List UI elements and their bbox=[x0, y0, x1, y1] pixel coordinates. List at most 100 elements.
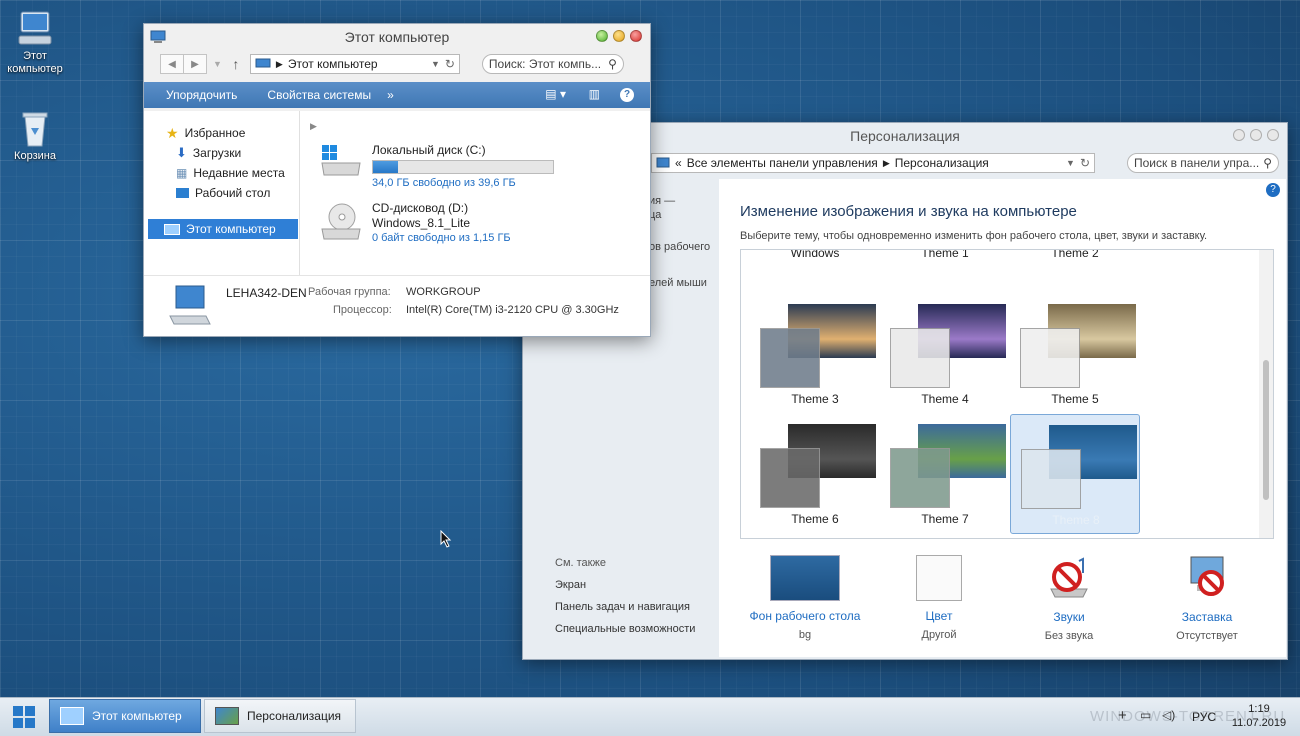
scrollbar-thumb[interactable] bbox=[1263, 360, 1269, 500]
bottom-setting-sounds[interactable]: Звуки Без звука bbox=[1009, 555, 1129, 642]
theme-item[interactable]: Theme 4 bbox=[880, 294, 1010, 414]
language-indicator[interactable]: РУС bbox=[1192, 710, 1216, 724]
start-button[interactable] bbox=[0, 698, 48, 735]
desktop-icon-this-pc[interactable]: Этот компьютер bbox=[0, 8, 73, 76]
sounds-link[interactable]: Звуки bbox=[1009, 610, 1129, 624]
breadcrumb-arrow-icon: ▶ bbox=[882, 157, 890, 168]
theme-color-swatch bbox=[1021, 449, 1081, 509]
details-pane: LEHA342-DEN Рабочая группа: WORKGROUP Пр… bbox=[144, 275, 650, 336]
network-icon[interactable]: ▭ bbox=[1140, 708, 1151, 722]
up-arrow-icon[interactable]: ↑ bbox=[228, 56, 244, 72]
chevron-down-icon[interactable]: ▼ bbox=[431, 59, 440, 69]
left-pane-fragment[interactable]: ия — bbox=[649, 195, 675, 207]
search-input[interactable]: Поиск: Этот компь... ⚲ bbox=[481, 54, 624, 74]
close-button[interactable] bbox=[1267, 129, 1279, 141]
sidebar-favorites[interactable]: ★ Избранное bbox=[144, 123, 299, 143]
taskbar-button-label: Персонализация bbox=[247, 709, 342, 723]
minimize-button[interactable] bbox=[596, 30, 608, 42]
system-properties-button[interactable]: Свойства системы bbox=[267, 88, 371, 102]
recycle-bin-icon bbox=[22, 112, 48, 147]
refresh-icon[interactable]: ↻ bbox=[445, 57, 455, 71]
breadcrumb-current[interactable]: Персонализация bbox=[895, 156, 989, 170]
desktop-icon-label: Этот компьютер bbox=[7, 50, 63, 75]
star-icon: ★ bbox=[166, 124, 179, 141]
theme-item[interactable]: Theme 6 bbox=[750, 414, 880, 534]
left-pane-fragment[interactable]: елей мыши bbox=[649, 277, 707, 289]
computer-small-icon bbox=[60, 707, 84, 725]
recent-chevron-icon[interactable]: ▼ bbox=[213, 59, 222, 69]
clock-date: 11.07.2019 bbox=[1231, 717, 1287, 729]
computer-icon bbox=[18, 11, 52, 45]
windows-logo-icon bbox=[13, 705, 35, 728]
help-icon[interactable]: ? bbox=[1266, 183, 1280, 197]
computer-small-icon bbox=[150, 30, 166, 43]
bottom-setting-screensaver[interactable]: Заставка Отсутствует bbox=[1147, 555, 1267, 642]
address-bar[interactable]: « Все элементы панели управления ▶ Персо… bbox=[651, 153, 1095, 173]
color-link[interactable]: Цвет bbox=[879, 609, 999, 623]
speaker-icon[interactable]: ◁) bbox=[1162, 708, 1175, 722]
desktop-icon-recycle-bin[interactable]: Корзина bbox=[0, 108, 73, 163]
drive-name: Локальный диск (C:) bbox=[372, 143, 486, 157]
sidebar-item-recent[interactable]: ▦ Недавние места bbox=[144, 163, 299, 183]
view-options-icon[interactable]: ▤ ▾ bbox=[545, 87, 566, 101]
more-commands-button[interactable]: » bbox=[387, 88, 394, 102]
screensaver-value: Отсутствует bbox=[1176, 630, 1238, 642]
maximize-button[interactable] bbox=[613, 30, 625, 42]
maximize-button[interactable] bbox=[1250, 129, 1262, 141]
minimize-button[interactable] bbox=[1233, 129, 1245, 141]
collapse-arrow-icon[interactable]: ▶ bbox=[310, 121, 317, 132]
theme-item[interactable]: Theme 5 bbox=[1010, 294, 1140, 414]
see-also-link-taskbar[interactable]: Панель задач и навигация bbox=[555, 601, 690, 613]
sidebar-item-downloads[interactable]: ⬇ Загрузки bbox=[144, 143, 299, 163]
address-bar[interactable]: ▶ Этот компьютер ▼ ↻ bbox=[249, 54, 460, 74]
screensaver-icon bbox=[1190, 556, 1224, 596]
sidebar-item-desktop[interactable]: Рабочий стол bbox=[144, 183, 299, 203]
color-swatch bbox=[916, 555, 962, 601]
control-panel-icon bbox=[656, 157, 670, 168]
taskbar-button-personalization[interactable]: Персонализация bbox=[204, 699, 356, 733]
show-hidden-icons-icon[interactable]: + bbox=[1118, 707, 1127, 724]
organize-button[interactable]: Упорядочить bbox=[166, 88, 237, 102]
wallpaper-preview bbox=[770, 555, 840, 601]
theme-item[interactable]: Theme 3 bbox=[750, 294, 880, 414]
desktop-icon-label: Корзина bbox=[14, 150, 56, 162]
bottom-setting-wallpaper[interactable]: Фон рабочего стола bg bbox=[745, 555, 865, 641]
window-title: Персонализация bbox=[850, 128, 960, 144]
screensaver-link[interactable]: Заставка bbox=[1147, 610, 1267, 624]
search-placeholder: Поиск: Этот компь... bbox=[488, 57, 602, 71]
drive-free-space: 0 байт свободно из 1,15 ГБ bbox=[372, 232, 511, 244]
wallpaper-link[interactable]: Фон рабочего стола bbox=[745, 609, 865, 623]
back-button[interactable]: ◀ bbox=[160, 54, 184, 74]
preview-pane-icon[interactable]: ▥ bbox=[589, 87, 600, 101]
scrollbar[interactable] bbox=[1259, 250, 1273, 538]
bottom-setting-color[interactable]: Цвет Другой bbox=[879, 555, 999, 641]
drive-d[interactable]: CD-дисковод (D:) Windows_8.1_Lite 0 байт… bbox=[320, 201, 511, 246]
page-subheading: Выберите тему, чтобы одновременно измени… bbox=[740, 230, 1208, 242]
close-button[interactable] bbox=[630, 30, 642, 42]
clock[interactable]: 1:19 11.07.2019 bbox=[1226, 702, 1292, 730]
taskbar-button-explorer[interactable]: Этот компьютер bbox=[49, 699, 201, 733]
computer-name: LEHA342-DEN bbox=[226, 286, 307, 300]
content-area: ? Изменение изображения и звука на компь… bbox=[719, 179, 1286, 657]
see-also-link-accessibility[interactable]: Специальные возможности bbox=[555, 623, 695, 635]
sidebar-item-this-pc[interactable]: Этот компьютер bbox=[148, 219, 298, 239]
explorer-navbar: ◀ ▶ ▼ ↑ ▶ Этот компьютер ▼ ↻ Поиск: Этот… bbox=[144, 50, 650, 78]
window-title: Этот компьютер bbox=[344, 29, 450, 45]
help-icon[interactable]: ? bbox=[620, 88, 634, 102]
left-pane-fragment[interactable]: ов рабочего bbox=[649, 241, 710, 253]
theme-item[interactable]: Theme 8 bbox=[1010, 414, 1140, 534]
computer-large-icon bbox=[169, 285, 211, 325]
theme-label: Theme 7 bbox=[921, 512, 969, 526]
breadcrumb-root[interactable]: Все элементы панели управления bbox=[687, 156, 878, 170]
see-also-link-screen[interactable]: Экран bbox=[555, 579, 586, 591]
drive-name: CD-дисковод (D:) bbox=[372, 201, 469, 215]
theme-item[interactable]: Theme 7 bbox=[880, 414, 1010, 534]
computer-small-icon bbox=[255, 58, 271, 68]
forward-button[interactable]: ▶ bbox=[184, 54, 207, 74]
drive-free-space: 34,0 ГБ свободно из 39,6 ГБ bbox=[372, 177, 516, 189]
explorer-titlebar[interactable]: Этот компьютер bbox=[144, 24, 650, 50]
refresh-icon[interactable]: ↻ bbox=[1080, 156, 1090, 170]
search-input[interactable]: Поиск в панели упра... ⚲ bbox=[1127, 153, 1279, 173]
drive-c[interactable]: Локальный диск (C:) 34,0 ГБ свободно из … bbox=[320, 143, 554, 189]
chevron-down-icon[interactable]: ▼ bbox=[1066, 158, 1075, 168]
